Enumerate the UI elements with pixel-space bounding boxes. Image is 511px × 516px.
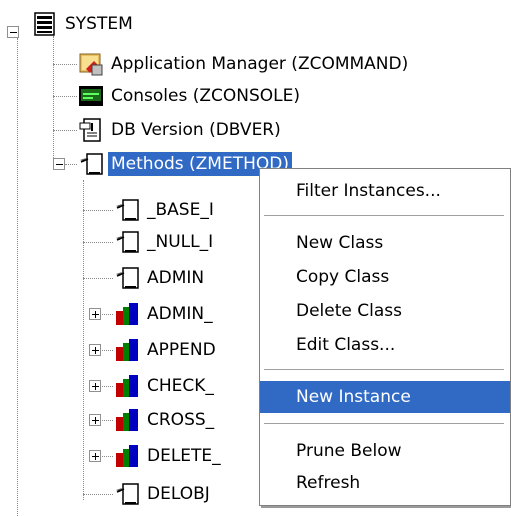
tree-node-consoles[interactable]: Consoles (ZCONSOLE) (78, 82, 303, 110)
expand-icon[interactable] (89, 380, 101, 392)
method-script-icon (114, 265, 140, 291)
tree-node-label: CROSS_ (147, 410, 215, 430)
tree-node-label: DB Version (DBVER) (111, 120, 281, 140)
tree-node-label: Consoles (ZCONSOLE) (111, 86, 301, 106)
tree-node-class[interactable]: CHECK_ (114, 372, 217, 400)
expand-icon[interactable] (89, 308, 101, 320)
class-blocks-icon (114, 301, 140, 327)
expand-icon[interactable] (89, 414, 101, 426)
menu-item-edit-class[interactable]: Edit Class... (260, 329, 510, 361)
context-menu: Filter Instances... New Class Copy Class… (259, 168, 511, 506)
tree-connector (83, 242, 113, 243)
menu-item-new-class[interactable]: New Class (260, 227, 510, 259)
tree-node-application-manager[interactable]: Application Manager (ZCOMMAND) (78, 50, 411, 78)
menu-item-new-instance[interactable]: New Instance (260, 381, 510, 413)
menu-item-delete-class[interactable]: Delete Class (260, 295, 510, 327)
tree-node-system[interactable]: SYSTEM (32, 10, 136, 38)
tree-node-class[interactable]: CROSS_ (114, 406, 217, 434)
class-blocks-icon (114, 443, 140, 469)
menu-item-refresh[interactable]: Refresh (260, 467, 510, 499)
tree-node-class[interactable]: ADMIN_ (114, 300, 216, 328)
menu-separator (264, 215, 504, 216)
app-manager-icon (78, 51, 104, 77)
tree-connector (83, 278, 113, 279)
tree-connector (83, 494, 113, 495)
tree-node-label: DELOBJ (147, 484, 210, 504)
method-script-icon (114, 229, 140, 255)
menu-separator (264, 423, 504, 424)
tree-node-method[interactable]: _BASE_I (114, 196, 217, 224)
tree-node-method[interactable]: _NULL_I (114, 228, 216, 256)
class-blocks-icon (114, 373, 140, 399)
method-script-icon (114, 481, 140, 507)
class-blocks-icon (114, 407, 140, 433)
menu-item-prune-below[interactable]: Prune Below (260, 435, 510, 467)
console-monitor-icon (78, 83, 104, 109)
tree-connector (53, 64, 77, 65)
collapse-icon[interactable] (7, 26, 19, 38)
menu-separator (264, 369, 504, 370)
tree-connector (53, 36, 54, 170)
tree-node-label: SYSTEM (65, 14, 133, 34)
method-script-icon (78, 151, 104, 177)
server-stack-icon (32, 11, 58, 37)
tree-node-label: ADMIN_ (147, 304, 213, 324)
tree-node-class[interactable]: APPEND (114, 336, 219, 364)
tree-node-label: Application Manager (ZCOMMAND) (111, 54, 409, 74)
tree-node-label: CHECK_ (147, 376, 214, 396)
tree-node-label: _NULL_I (147, 232, 214, 252)
tree-connector (83, 180, 84, 500)
tree-node-label: APPEND (147, 340, 216, 360)
tree-connector (53, 130, 77, 131)
tree-connector (65, 164, 77, 165)
expand-icon[interactable] (89, 344, 101, 356)
method-script-icon (114, 197, 140, 223)
class-blocks-icon (114, 337, 140, 363)
tree-node-db-version[interactable]: DB Version (DBVER) (78, 116, 284, 144)
tree-node-method[interactable]: ADMIN (114, 264, 207, 292)
tree-node-label: ADMIN (147, 268, 205, 288)
tree-connector (53, 96, 77, 97)
tree-node-label: DELETE_ (147, 446, 221, 466)
tree-connector (83, 210, 113, 211)
tree-node-label: _BASE_I (147, 200, 214, 220)
expand-icon[interactable] (89, 450, 101, 462)
collapse-icon[interactable] (53, 158, 65, 170)
menu-item-copy-class[interactable]: Copy Class (260, 261, 510, 293)
tree-node-method[interactable]: DELOBJ (114, 480, 213, 508)
menu-item-filter-instances[interactable]: Filter Instances... (260, 175, 510, 207)
db-version-icon (78, 117, 104, 143)
tree-node-class[interactable]: DELETE_ (114, 442, 224, 470)
tree-connector (17, 38, 18, 516)
